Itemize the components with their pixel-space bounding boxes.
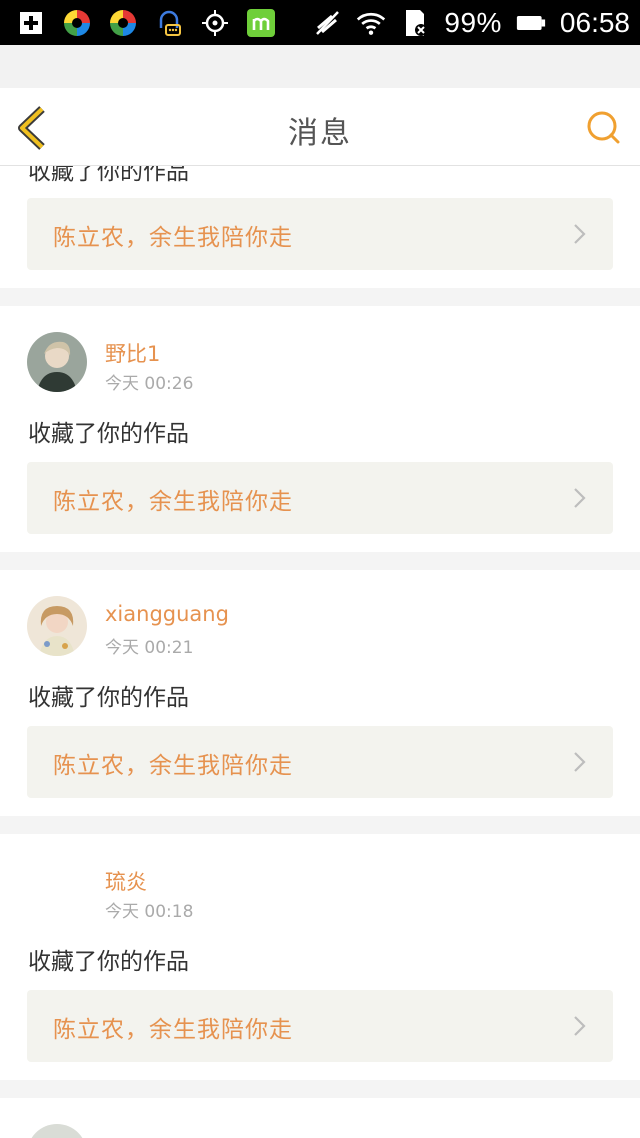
action-text: 收藏了你的作品 [28,421,189,447]
battery-icon [516,8,546,38]
username[interactable]: 琉炎 [105,866,147,896]
timestamp: 今天 00:26 [105,374,194,394]
search-icon[interactable] [584,108,624,148]
nav-bar: 消息 [0,88,640,166]
status-bar-system: 99% 06:58 [312,6,630,40]
status-bar-gap [0,45,640,88]
status-bar-notifications [16,6,276,40]
chevron-right-icon [573,1015,587,1037]
messages-screen: 99% 06:58 收藏了你的作品 陈立农，余生我陪你走 野比1 今天 00:2… [0,0,640,1138]
action-text: 收藏了你的作品 [28,949,189,975]
mute-icon [312,8,342,38]
chevron-right-icon [573,223,587,245]
plus-box-icon [16,8,46,38]
avatar[interactable] [27,1124,87,1138]
timestamp: 今天 00:21 [105,638,194,658]
work-link[interactable]: 陈立农，余生我陪你走 [27,462,613,534]
chevron-right-icon [573,751,587,773]
message-item: 野比1 今天 00:26 收藏了你的作品 陈立农，余生我陪你走 [0,306,640,552]
work-title: 陈立农，余生我陪你走 [53,225,293,251]
m-app-icon [246,8,276,38]
username[interactable]: xiangguang [105,602,229,626]
battery-percent: 99% [444,7,502,38]
sd-card-icon [400,8,430,38]
page-title: 消息 [288,116,352,151]
work-title: 陈立农，余生我陪你走 [53,489,293,515]
action-text: 收藏了你的作品 [28,685,189,711]
status-bar-time: 06:58 [559,7,630,38]
work-title: 陈立农，余生我陪你走 [53,753,293,779]
work-link[interactable]: 陈立农，余生我陪你走 [27,198,613,270]
chevron-right-icon [573,487,587,509]
color-wheel-app-icon [108,8,138,38]
chat-bell-icon [154,8,184,38]
status-bar: 99% 06:58 [0,0,640,45]
message-item: xiangguang 今天 00:21 收藏了你的作品 陈立农，余生我陪你走 [0,570,640,816]
message-item [0,1098,640,1138]
message-item: 琉炎 今天 00:18 收藏了你的作品 陈立农，余生我陪你走 [0,834,640,1080]
work-link[interactable]: 陈立农，余生我陪你走 [27,726,613,798]
crosshair-icon [200,8,230,38]
timestamp: 今天 00:18 [105,902,194,922]
wifi-icon [356,8,386,38]
avatar[interactable] [27,332,87,392]
work-title: 陈立农，余生我陪你走 [53,1017,293,1043]
color-wheel-app-icon [62,8,92,38]
username[interactable]: 野比1 [105,338,160,368]
work-link[interactable]: 陈立农，余生我陪你走 [27,990,613,1062]
avatar[interactable] [27,596,87,656]
